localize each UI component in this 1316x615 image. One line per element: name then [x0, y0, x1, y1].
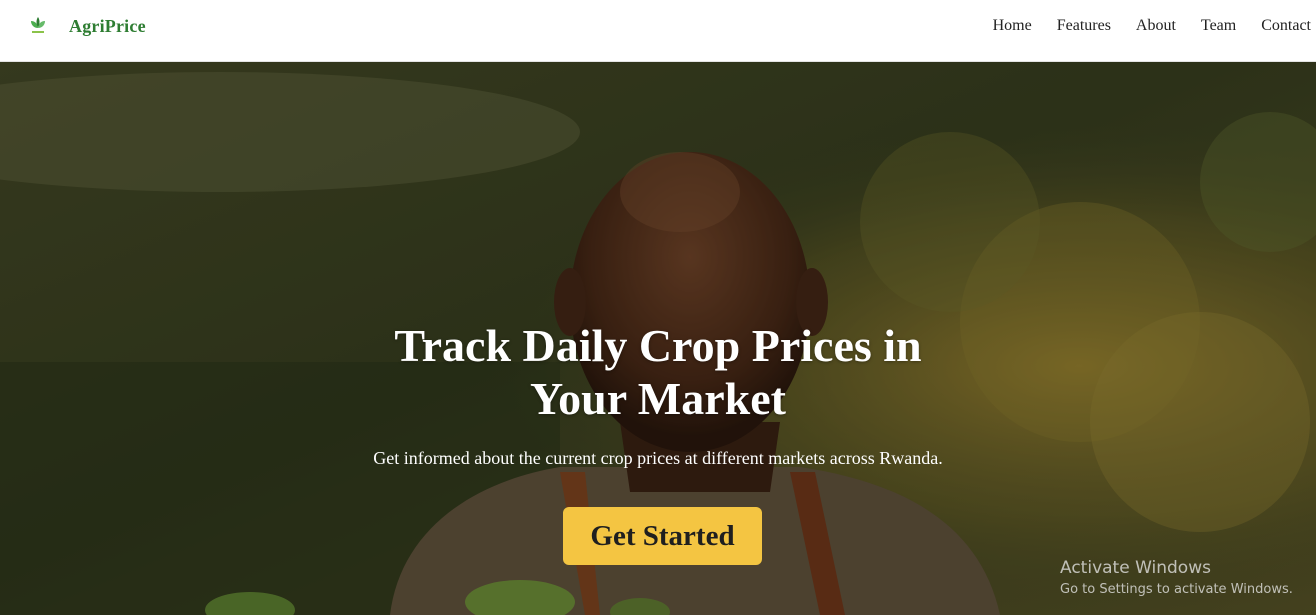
- hero-title-line-2: Your Market: [530, 373, 786, 424]
- leaf-logo-icon[interactable]: [26, 14, 50, 38]
- nav-about-link[interactable]: About: [1136, 17, 1176, 35]
- watermark-subtitle: Go to Settings to activate Windows.: [1060, 582, 1293, 597]
- nav-links: Home Features About Team Contact: [968, 17, 1311, 35]
- get-started-button[interactable]: Get Started: [563, 507, 762, 565]
- nav-home-link[interactable]: Home: [993, 17, 1032, 35]
- hero-section: Track Daily Crop Prices in Your Market G…: [0, 62, 1316, 615]
- hero-title-line-1: Track Daily Crop Prices in: [394, 320, 922, 371]
- nav-features-link[interactable]: Features: [1057, 17, 1111, 35]
- activate-windows-watermark: Activate Windows Go to Settings to activ…: [1060, 556, 1293, 600]
- top-navbar: AgriPrice Home Features About Team Conta…: [0, 0, 1316, 62]
- brand-name[interactable]: AgriPrice: [69, 16, 146, 37]
- hero-subtitle: Get informed about the current crop pric…: [373, 448, 943, 468]
- watermark-title: Activate Windows: [1060, 558, 1211, 578]
- hero-title: Track Daily Crop Prices in Your Market: [0, 319, 1316, 425]
- nav-contact-link[interactable]: Contact: [1261, 17, 1311, 35]
- nav-team-link[interactable]: Team: [1201, 17, 1236, 35]
